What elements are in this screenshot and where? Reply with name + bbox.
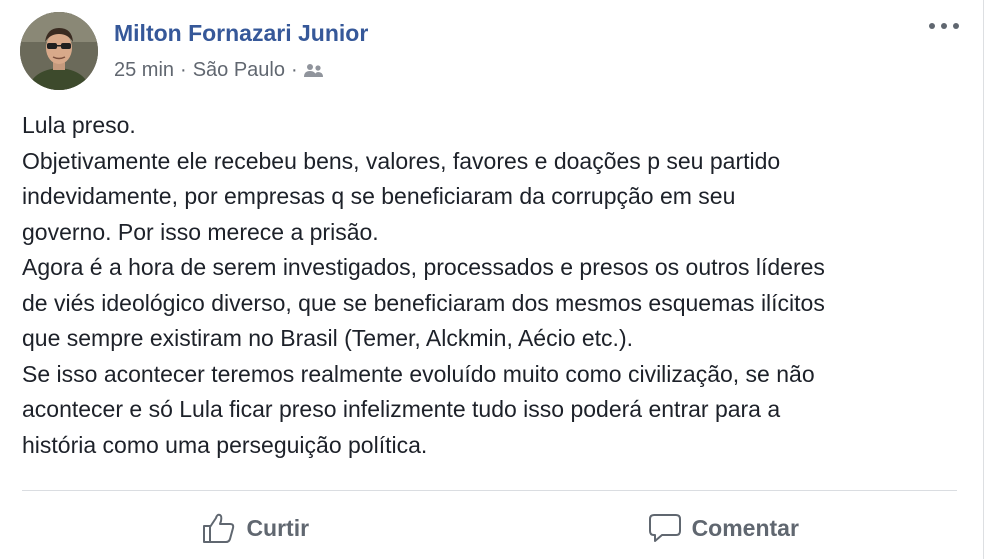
dot-icon (953, 23, 959, 29)
meta-separator: · (180, 59, 187, 81)
post-text: Lula preso. Objetivamente ele recebeu be… (22, 108, 962, 463)
post-text-line: acontecer e só Lula ficar preso infelizm… (22, 396, 781, 422)
avatar[interactable] (20, 12, 98, 90)
thumbs-up-icon (202, 512, 236, 544)
post-text-line: indevidamente, por empresas q se benefic… (22, 183, 736, 209)
like-button[interactable]: Curtir (22, 500, 490, 556)
post-text-line: Agora é a hora de serem investigados, pr… (22, 254, 825, 280)
post-text-line: governo. Por isso merece a prisão. (22, 218, 379, 245)
post-text-line: que sempre existiram no Brasil (Temer, A… (22, 325, 633, 351)
post-actions: Curtir Comentar (22, 500, 957, 556)
more-options-icon[interactable] (929, 16, 959, 36)
facebook-post: Milton Fornazari Junior 25 min · São Pau… (0, 0, 984, 559)
post-text-line: Lula preso. (22, 112, 136, 138)
friends-icon[interactable] (303, 63, 324, 79)
meta-separator-2: · (291, 59, 298, 81)
post-text-line: história como uma perseguição política. (22, 431, 428, 458)
comment-label: Comentar (691, 514, 799, 541)
dot-icon (929, 23, 935, 29)
post-time[interactable]: 25 min (114, 59, 174, 82)
author-name[interactable]: Milton Fornazari Junior (114, 20, 368, 47)
comment-bubble-icon (648, 512, 682, 544)
post-text-line: Objetivamente ele recebeu bens, valores,… (22, 147, 781, 174)
dot-icon (941, 23, 947, 29)
post-location[interactable]: São Paulo (193, 59, 285, 82)
actions-divider (22, 490, 957, 491)
comment-button[interactable]: Comentar (490, 500, 958, 556)
post-text-line: de viés ideológico diverso, que se benef… (22, 289, 825, 316)
like-label: Curtir (246, 514, 310, 541)
post-text-line: Se isso acontecer teremos realmente evol… (22, 360, 815, 387)
post-meta: 25 min · São Paulo · (114, 59, 324, 82)
